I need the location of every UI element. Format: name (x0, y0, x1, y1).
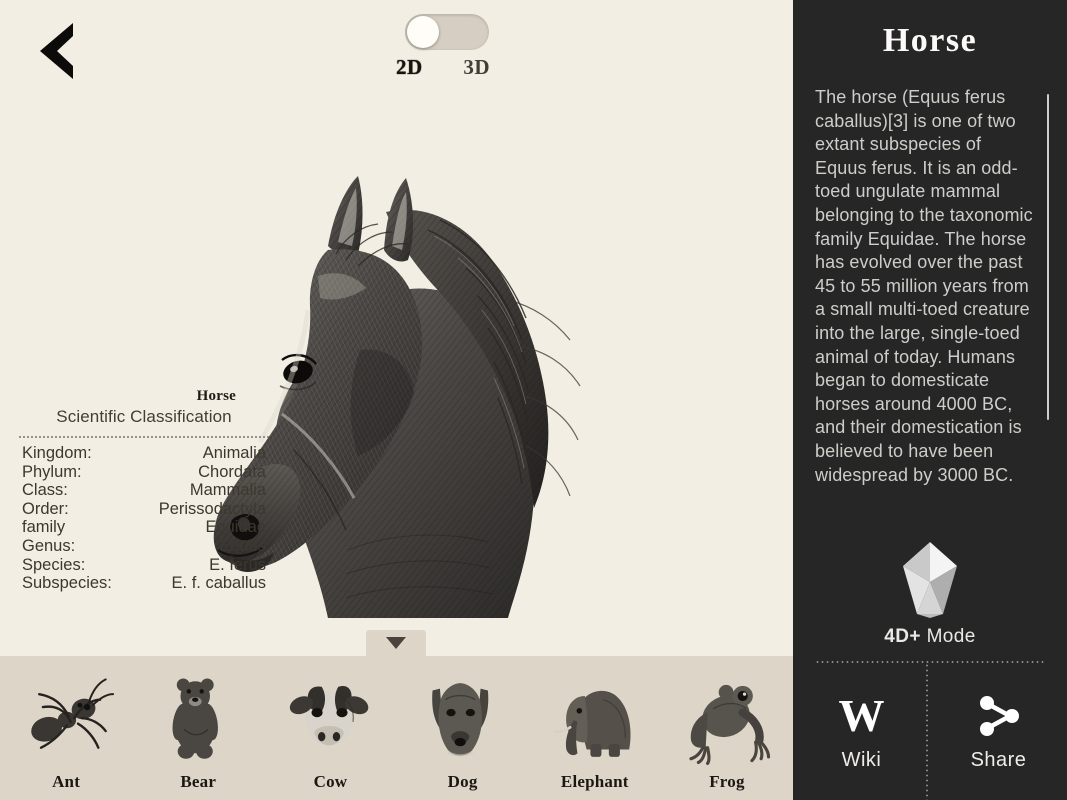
dog-icon (411, 672, 515, 768)
carousel-item-label: Bear (180, 772, 217, 791)
taxonomy-value: Mammalia (189, 481, 266, 500)
taxonomy-value: Chordata (198, 462, 266, 481)
sidebar-horizontal-divider (815, 661, 1045, 663)
taxonomy-row: Species: E. ferus (18, 556, 270, 575)
sidebar-scrollbar[interactable] (1047, 94, 1049, 420)
dimension-labels: 2D 3D (396, 55, 490, 80)
carousel-item-label: Dog (447, 772, 478, 791)
wikipedia-w-icon: W (838, 690, 885, 741)
frog-icon (675, 672, 779, 768)
taxonomy-row: Kingdom: Animalia (18, 444, 270, 463)
taxonomy-row: Order: Perissodactyla (18, 500, 270, 519)
carousel-item-bear[interactable]: Bear (132, 656, 264, 800)
taxonomy-value: E. f. caballus (171, 574, 266, 593)
carousel-item-label: Elephant (560, 772, 629, 791)
share-nodes-icon (974, 692, 1024, 740)
4d-mode-button[interactable]: 4D+ Mode (793, 540, 1067, 648)
taxonomy-key: Phylum: (22, 462, 82, 481)
taxonomy-key: Subspecies: (22, 574, 112, 593)
carousel-item-frog[interactable]: Frog (661, 656, 793, 800)
sidebar-actions: W Wiki Share (793, 676, 1067, 800)
toggle-label-3d[interactable]: 3D (463, 55, 490, 80)
sidebar-description-wrapper: The horse (Equus ferus caballus)[3] is o… (815, 86, 1049, 526)
taxonomy-key: Genus: (22, 536, 76, 555)
carousel-item-cow[interactable]: Cow (264, 656, 396, 800)
taxonomy-key: Order: (22, 499, 69, 518)
taxonomy-value: Animalia (202, 444, 266, 462)
taxonomy-row: Class: Mammalia (18, 481, 270, 500)
carousel-item-elephant[interactable]: Elephant (529, 656, 661, 800)
taxonomy-key: family (22, 518, 66, 537)
taxonomy-row: Genus: Equus (18, 537, 270, 556)
4d-mode-label: 4D+ Mode (793, 626, 1067, 648)
taxonomy-value: Perissodactyla (158, 499, 266, 518)
dimension-toggle[interactable]: 2D 3D (396, 14, 493, 80)
taxonomy-key: Class: (22, 481, 68, 500)
taxonomy-key: Species: (22, 555, 86, 574)
carousel-item-ant[interactable]: Ant (0, 656, 132, 800)
taxonomy-panel: Horse Scientific Classification Kingdom:… (18, 388, 270, 593)
triangle-down-icon (386, 637, 406, 649)
toggle-label-2d[interactable]: 2D (396, 55, 423, 80)
4d-mode-label-bold: 4D+ (884, 626, 921, 647)
chevron-left-icon (40, 23, 73, 79)
dimension-switch[interactable] (405, 14, 489, 50)
taxonomy-divider (18, 436, 270, 438)
carousel-item-label: Frog (709, 772, 745, 791)
taxonomy-key: Kingdom: (22, 444, 92, 462)
share-button[interactable]: Share (930, 676, 1067, 800)
info-sidebar: Horse The horse (Equus ferus caballus)[3… (793, 0, 1067, 800)
carousel-item-dog[interactable]: Dog (397, 656, 529, 800)
ant-icon (14, 672, 118, 768)
taxonomy-value: Equidae (205, 518, 266, 537)
taxonomy-row: family Equidae (18, 518, 270, 537)
back-button[interactable] (26, 18, 88, 84)
sidebar-title: Horse (882, 22, 978, 59)
crystal-icon (903, 542, 957, 618)
carousel-item-label: Ant (52, 772, 81, 791)
wiki-button[interactable]: W Wiki (793, 676, 930, 800)
taxonomy-title: Horse (196, 388, 236, 404)
taxonomy-rows: Kingdom: Animalia Phylum: Chordata Class: Mam… (18, 444, 270, 593)
carousel-collapse-button[interactable] (366, 630, 426, 656)
4d-mode-label-rest: Mode (920, 626, 976, 647)
taxonomy-row: Phylum: Chordata (18, 463, 270, 482)
share-label: Share (970, 749, 1027, 771)
taxonomy-subtitle: Scientific Classification (56, 407, 232, 426)
main-canvas: 2D 3D Horse Scientific Classification Ki… (0, 0, 793, 800)
animal-carousel[interactable]: Ant Bear Cow Dog Elephant Frog (0, 656, 793, 800)
taxonomy-value: E. ferus (209, 555, 266, 574)
taxonomy-value: Equus (219, 536, 266, 555)
dimension-switch-knob[interactable] (407, 16, 439, 48)
carousel-item-label: Cow (313, 772, 348, 791)
bear-icon (146, 672, 250, 768)
elephant-icon (543, 672, 647, 768)
taxonomy-row: Subspecies: E. f. caballus (18, 574, 270, 593)
wiki-label: Wiki (841, 749, 882, 771)
app-root: 2D 3D Horse Scientific Classification Ki… (0, 0, 1067, 800)
sidebar-description: The horse (Equus ferus caballus)[3] is o… (815, 87, 1033, 485)
cow-icon (278, 672, 382, 768)
